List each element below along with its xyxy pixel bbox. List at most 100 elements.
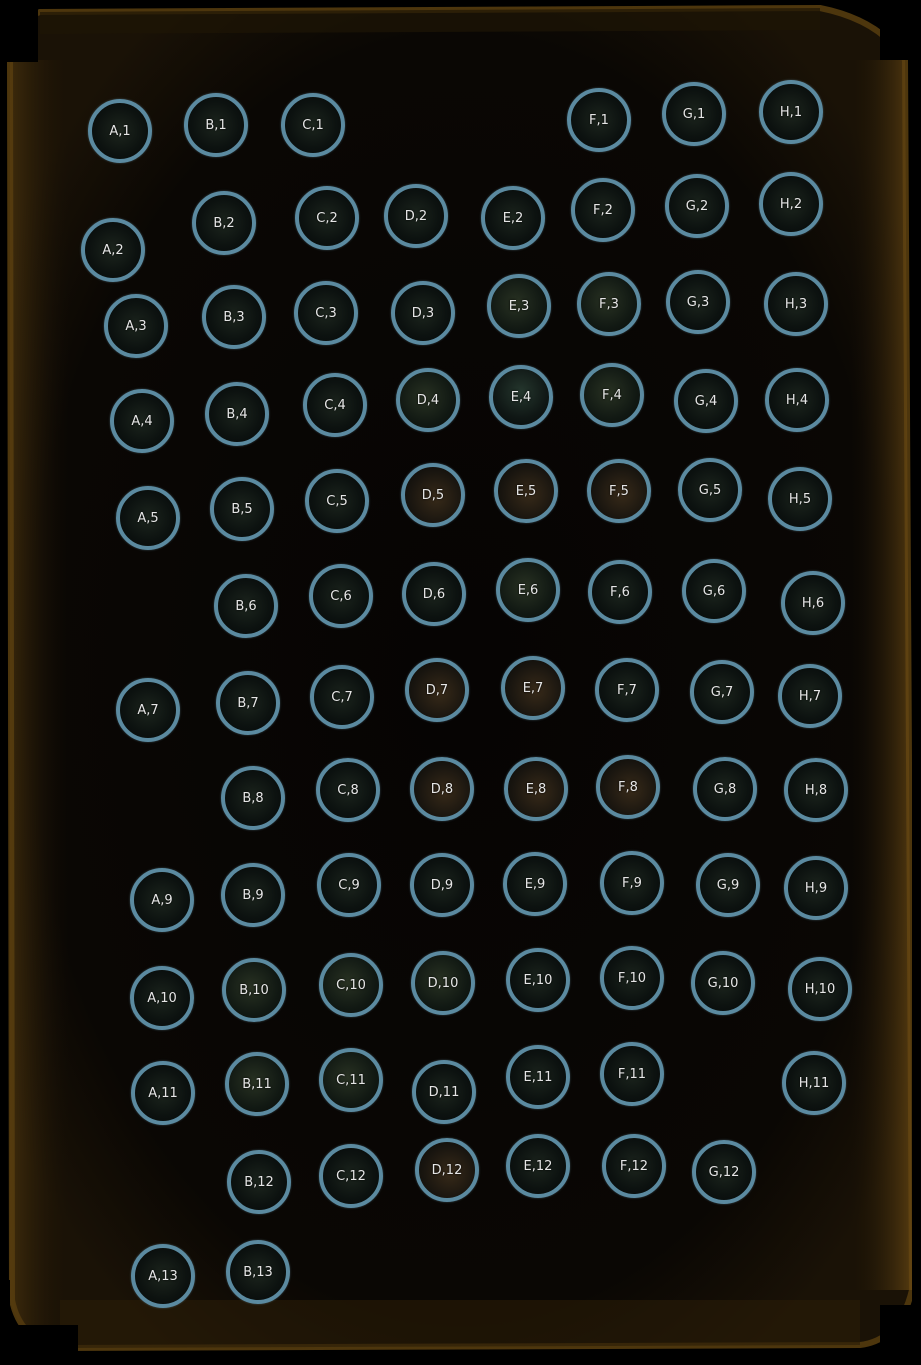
tissue-core[interactable]: E,9 bbox=[503, 852, 567, 916]
tissue-core[interactable]: D,6 bbox=[402, 562, 466, 626]
tissue-core[interactable]: E,12 bbox=[506, 1134, 570, 1198]
tissue-core[interactable]: E,8 bbox=[504, 757, 568, 821]
tissue-core[interactable]: A,5 bbox=[116, 486, 180, 550]
tissue-core[interactable]: A,4 bbox=[110, 389, 174, 453]
tissue-core[interactable]: D,8 bbox=[410, 757, 474, 821]
tissue-core[interactable]: G,7 bbox=[690, 660, 754, 724]
tissue-core[interactable]: F,1 bbox=[567, 88, 631, 152]
tissue-core[interactable]: B,5 bbox=[210, 477, 274, 541]
core-label: F,8 bbox=[618, 779, 638, 795]
tissue-core[interactable]: A,1 bbox=[88, 99, 152, 163]
tissue-core[interactable]: F,5 bbox=[587, 459, 651, 523]
tissue-core[interactable]: C,4 bbox=[303, 373, 367, 437]
core-label: B,2 bbox=[213, 215, 235, 231]
tissue-core[interactable]: F,11 bbox=[600, 1042, 664, 1106]
tissue-core[interactable]: D,7 bbox=[405, 658, 469, 722]
tissue-core[interactable]: G,12 bbox=[692, 1140, 756, 1204]
tissue-core[interactable]: H,5 bbox=[768, 467, 832, 531]
tissue-core[interactable]: E,5 bbox=[494, 459, 558, 523]
tissue-core[interactable]: G,3 bbox=[666, 270, 730, 334]
tissue-core[interactable]: G,9 bbox=[696, 853, 760, 917]
tissue-core[interactable]: G,1 bbox=[662, 82, 726, 146]
tissue-core[interactable]: C,9 bbox=[317, 853, 381, 917]
tissue-core[interactable]: D,5 bbox=[401, 463, 465, 527]
tissue-core[interactable]: C,11 bbox=[319, 1048, 383, 1112]
tissue-core[interactable]: G,2 bbox=[665, 174, 729, 238]
tissue-core[interactable]: H,10 bbox=[788, 957, 852, 1021]
tissue-core[interactable]: F,10 bbox=[600, 946, 664, 1010]
tissue-core[interactable]: E,7 bbox=[501, 656, 565, 720]
tissue-core[interactable]: A,11 bbox=[131, 1061, 195, 1125]
tissue-core[interactable]: E,11 bbox=[506, 1045, 570, 1109]
tissue-core[interactable]: D,10 bbox=[411, 951, 475, 1015]
tissue-core[interactable]: H,8 bbox=[784, 758, 848, 822]
tissue-core[interactable]: F,2 bbox=[571, 178, 635, 242]
tissue-core[interactable]: D,2 bbox=[384, 184, 448, 248]
tissue-core[interactable]: F,4 bbox=[580, 363, 644, 427]
tissue-core[interactable]: B,6 bbox=[214, 574, 278, 638]
tissue-core[interactable]: A,2 bbox=[81, 218, 145, 282]
tissue-core[interactable]: H,9 bbox=[784, 856, 848, 920]
tissue-core[interactable]: H,1 bbox=[759, 80, 823, 144]
tissue-core[interactable]: E,6 bbox=[496, 558, 560, 622]
tissue-core[interactable]: A,13 bbox=[131, 1244, 195, 1308]
tissue-core[interactable]: H,4 bbox=[765, 368, 829, 432]
tissue-core[interactable]: C,8 bbox=[316, 758, 380, 822]
core-label: G,5 bbox=[698, 482, 722, 498]
tissue-core[interactable]: E,4 bbox=[489, 365, 553, 429]
tissue-core[interactable]: B,3 bbox=[202, 285, 266, 349]
tissue-core[interactable]: H,2 bbox=[759, 172, 823, 236]
tissue-core[interactable]: G,4 bbox=[674, 369, 738, 433]
core-label: B,8 bbox=[242, 790, 264, 806]
tissue-microarray-image: A,1 B,1 C,1 F,1 G,1 H,1 A,2 B,2 C,2 D,2 E,2 F,2 G,2 H… bbox=[0, 0, 921, 1365]
tissue-core[interactable]: F,7 bbox=[595, 658, 659, 722]
tissue-core[interactable]: A,3 bbox=[104, 294, 168, 358]
tissue-core[interactable]: B,12 bbox=[227, 1150, 291, 1214]
tissue-core[interactable]: E,10 bbox=[506, 948, 570, 1012]
tissue-core[interactable]: H,6 bbox=[781, 571, 845, 635]
tissue-core[interactable]: F,9 bbox=[600, 851, 664, 915]
tissue-core[interactable]: B,10 bbox=[222, 958, 286, 1022]
tissue-core[interactable]: H,3 bbox=[764, 272, 828, 336]
tissue-core[interactable]: B,2 bbox=[192, 191, 256, 255]
tissue-core[interactable]: G,5 bbox=[678, 458, 742, 522]
tissue-core[interactable]: F,8 bbox=[596, 755, 660, 819]
tissue-core[interactable]: C,5 bbox=[305, 469, 369, 533]
tissue-core[interactable]: H,11 bbox=[782, 1051, 846, 1115]
tissue-core[interactable]: G,10 bbox=[691, 951, 755, 1015]
tissue-core[interactable]: C,12 bbox=[319, 1144, 383, 1208]
tissue-core[interactable]: F,3 bbox=[577, 272, 641, 336]
core-label: G,1 bbox=[682, 106, 706, 122]
tissue-core[interactable]: G,6 bbox=[682, 559, 746, 623]
core-label: B,7 bbox=[237, 695, 259, 711]
core-label: B,3 bbox=[223, 309, 245, 325]
core-label: F,4 bbox=[602, 387, 622, 403]
tissue-core[interactable]: D,9 bbox=[410, 853, 474, 917]
tissue-core[interactable]: B,9 bbox=[221, 863, 285, 927]
tissue-core[interactable]: D,3 bbox=[391, 281, 455, 345]
tissue-core[interactable]: B,4 bbox=[205, 382, 269, 446]
tissue-core[interactable]: D,11 bbox=[412, 1060, 476, 1124]
tissue-core[interactable]: C,3 bbox=[294, 281, 358, 345]
tissue-core[interactable]: C,10 bbox=[319, 953, 383, 1017]
tissue-core[interactable]: D,4 bbox=[396, 368, 460, 432]
tissue-core[interactable]: B,1 bbox=[184, 93, 248, 157]
tissue-core[interactable]: E,2 bbox=[481, 186, 545, 250]
tissue-core[interactable]: C,1 bbox=[281, 93, 345, 157]
tissue-core[interactable]: C,7 bbox=[310, 665, 374, 729]
tissue-core[interactable]: E,3 bbox=[487, 274, 551, 338]
tissue-core[interactable]: F,6 bbox=[588, 560, 652, 624]
tissue-core[interactable]: A,10 bbox=[130, 966, 194, 1030]
tissue-core[interactable]: A,9 bbox=[130, 868, 194, 932]
tissue-core[interactable]: B,11 bbox=[225, 1052, 289, 1116]
tissue-core[interactable]: F,12 bbox=[602, 1134, 666, 1198]
tissue-core[interactable]: G,8 bbox=[693, 757, 757, 821]
tissue-core[interactable]: B,13 bbox=[226, 1240, 290, 1304]
tissue-core[interactable]: A,7 bbox=[116, 678, 180, 742]
tissue-core[interactable]: B,8 bbox=[221, 766, 285, 830]
tissue-core[interactable]: B,7 bbox=[216, 671, 280, 735]
tissue-core[interactable]: C,6 bbox=[309, 564, 373, 628]
tissue-core[interactable]: H,7 bbox=[778, 664, 842, 728]
tissue-core[interactable]: C,2 bbox=[295, 186, 359, 250]
tissue-core[interactable]: D,12 bbox=[415, 1138, 479, 1202]
